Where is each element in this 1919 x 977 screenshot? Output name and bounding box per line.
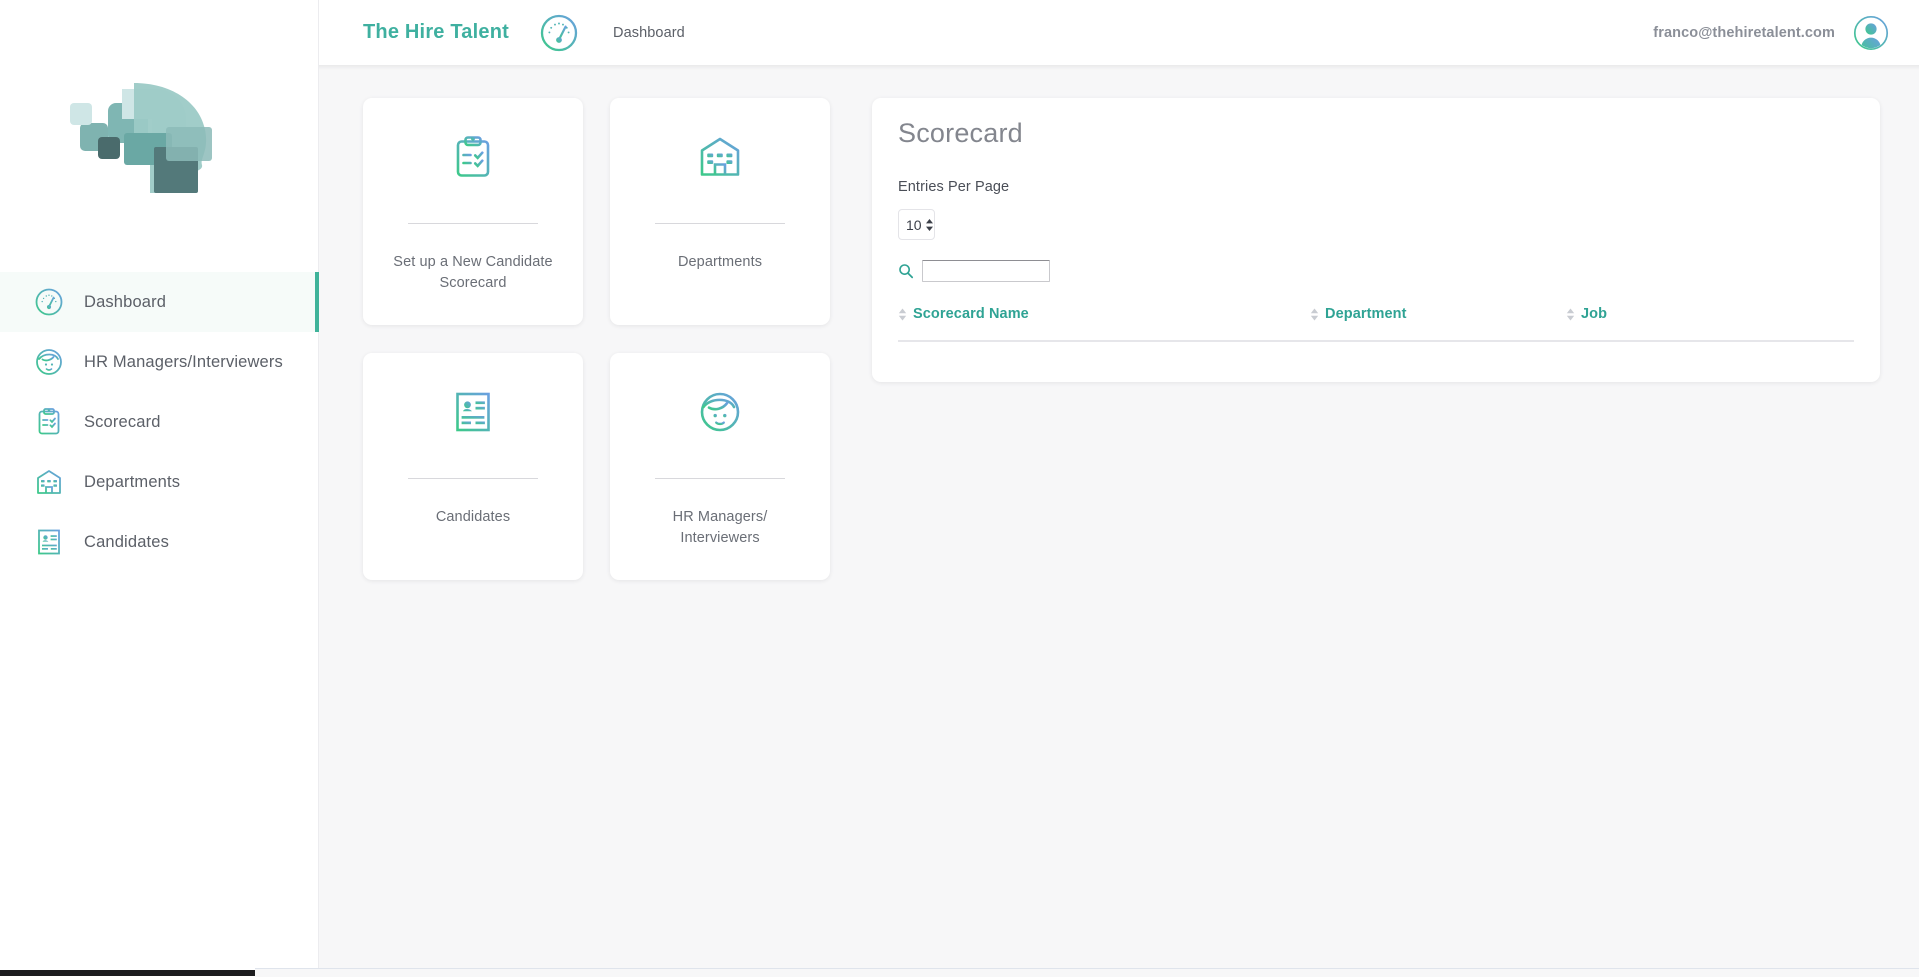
id-card-icon [450,389,496,435]
tile-divider [655,478,785,479]
entries-per-page-select[interactable]: 10 [898,209,935,240]
sidebar-nav: Dashboard HR Managers/Interviewers Score… [0,272,319,572]
column-header-label: Scorecard Name [913,306,1029,322]
header-user-area: franco@thehiretalent.com [1653,15,1889,51]
horizontal-scrollbar[interactable] [0,968,1919,977]
scorecard-panel: Scorecard Entries Per Page 10 Scorecard … [872,98,1880,382]
tile-label: Departments [677,254,763,270]
dashboard-tiles: Set up a New Candidate Scorecard Departm… [363,98,830,580]
search-input[interactable] [922,260,1050,282]
sidebar-item-candidates[interactable]: Candidates [0,512,319,572]
sidebar-item-dashboard[interactable]: Dashboard [0,272,319,332]
gauge-icon [34,287,64,317]
tile-candidates[interactable]: Candidates [363,353,583,580]
scorecard-table-header: Scorecard Name Department Job [898,306,1854,342]
id-card-icon [34,527,64,557]
column-header-label: Job [1581,306,1608,322]
column-header-label: Department [1325,306,1407,322]
app-title: The Hire Talent [363,21,509,43]
brand-logo [62,75,252,205]
column-header-department[interactable]: Department [1310,306,1407,322]
tile-new-candidate-scorecard[interactable]: Set up a New Candidate Scorecard [363,98,583,325]
sort-icon [1310,307,1319,322]
sidebar-item-scorecard[interactable]: Scorecard [0,392,319,452]
tile-label: Candidates [435,509,511,525]
gauge-icon [537,11,581,55]
sidebar-item-label: Candidates [84,532,169,551]
entries-per-page-label: Entries Per Page [898,179,1010,195]
main-content: Set up a New Candidate Scorecard Departm… [319,65,1919,977]
scrollbar-track[interactable] [255,968,1919,977]
scrollbar-thumb[interactable] [0,970,255,976]
tile-divider [408,478,538,479]
tile-label: Set up a New Candidate Scorecard [393,254,553,292]
sidebar-item-label: Scorecard [84,412,161,431]
sidebar-item-label: Dashboard [84,292,167,311]
sidebar-item-departments[interactable]: Departments [0,452,319,512]
tile-label: HR Managers/Interviewers [672,509,768,547]
sidebar-item-label: Departments [84,472,181,491]
sort-icon [898,307,907,322]
tile-divider [655,223,785,224]
user-email: franco@thehiretalent.com [1653,24,1835,41]
breadcrumb[interactable]: Dashboard [613,25,685,41]
sort-icon [1566,307,1575,322]
page-title: Scorecard [898,118,1023,148]
face-icon [697,389,743,435]
avatar[interactable] [1853,15,1889,51]
clipboard-icon [450,134,496,180]
tile-divider [408,223,538,224]
column-header-scorecard-name[interactable]: Scorecard Name [898,306,1029,322]
sidebar: Dashboard HR Managers/Interviewers Score… [0,0,319,977]
column-header-job[interactable]: Job [1566,306,1607,322]
sidebar-item-label: HR Managers/Interviewers [84,352,283,371]
clipboard-icon [34,407,64,437]
sidebar-item-hr-managers[interactable]: HR Managers/Interviewers [0,332,319,392]
chevron-updown-icon [925,217,934,233]
face-icon [34,347,64,377]
app-root: Dashboard HR Managers/Interviewers Score… [0,0,1919,977]
building-icon [697,134,743,180]
search-icon [898,263,914,279]
tile-hr-managers[interactable]: HR Managers/Interviewers [610,353,830,580]
building-icon [34,467,64,497]
entries-per-page-value: 10 [906,216,922,233]
top-header: The Hire Talent Dashboard franco@thehire… [319,0,1919,70]
search-row [898,260,1050,282]
tile-departments[interactable]: Departments [610,98,830,325]
